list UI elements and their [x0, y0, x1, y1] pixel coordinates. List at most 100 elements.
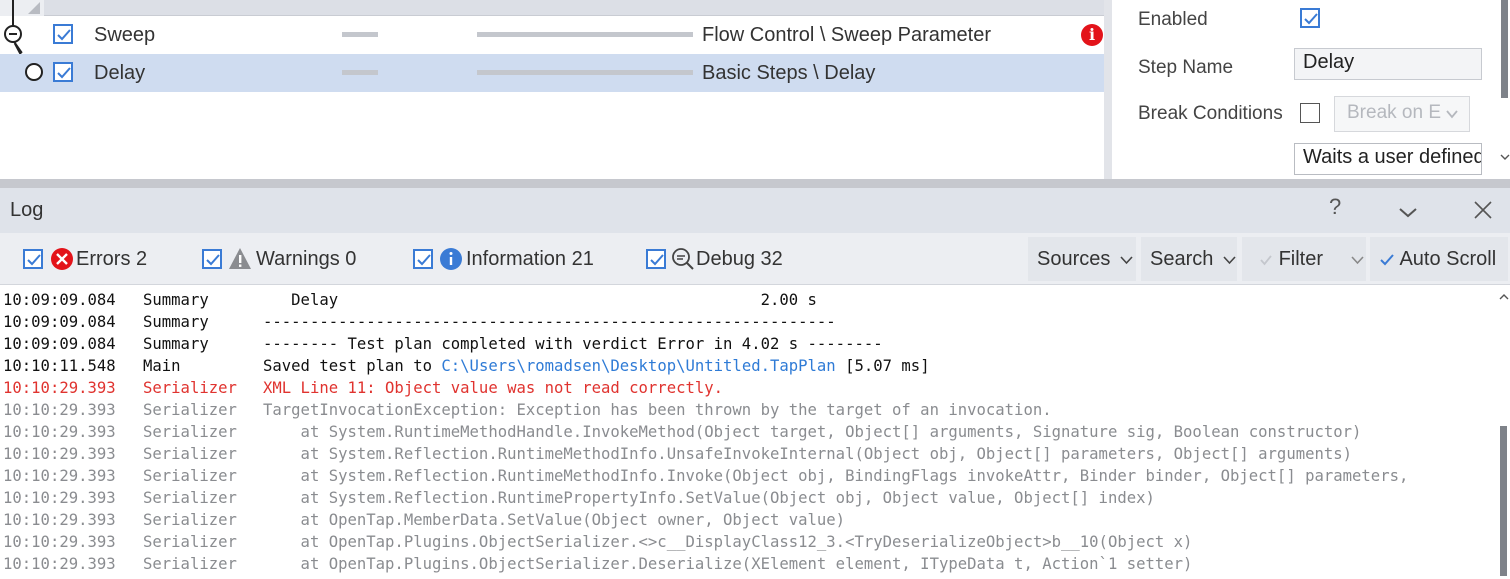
log-message: at OpenTap.Plugins.ObjectSerializer.Dese…: [263, 553, 1193, 575]
description-field[interactable]: Waits a user defined: [1294, 143, 1482, 175]
errors-label: Errors 2: [76, 248, 148, 270]
errors-filter[interactable]: Errors 2: [23, 247, 163, 273]
log-scrollbar[interactable]: [1497, 288, 1510, 579]
log-entry[interactable]: 10:10:29.393 Serializer at System.Reflect…: [0, 487, 1497, 509]
panel-splitter[interactable]: [0, 179, 1510, 188]
log-entry[interactable]: 10:10:29.393 Serializer at OpenTap.Plugin…: [0, 553, 1497, 575]
log-message: at System.Reflection.RuntimeMethodInfo.I…: [263, 465, 1409, 487]
log-toolbar: Errors 2 Warnings 0 Information 21 Debug…: [0, 233, 1510, 285]
check-icon: [1380, 254, 1394, 266]
test-step-row[interactable]: Sweep Flow Control \ Sweep Parameter: [0, 16, 1104, 54]
log-message-text: ----------------------------------------…: [263, 313, 836, 331]
search-button[interactable]: Search: [1141, 237, 1237, 281]
errors-checkbox[interactable]: [23, 249, 43, 269]
info-circle-icon: [440, 248, 462, 270]
log-entry[interactable]: 10:09:09.084 Summary ---------------------…: [0, 311, 1497, 333]
log-entry[interactable]: 10:10:29.393 Serializer at System.Reflect…: [0, 443, 1497, 465]
warnings-label: Warnings 0: [256, 248, 357, 270]
log-entry[interactable]: 10:10:29.393 Serializer at OpenTap.Member…: [0, 509, 1497, 531]
warning-triangle-icon: [229, 248, 251, 269]
step-enabled-checkbox[interactable]: [53, 24, 73, 44]
break-select-value: Break on E: [1347, 102, 1441, 123]
sources-button[interactable]: Sources: [1028, 237, 1136, 281]
log-entry[interactable]: 10:09:09.084 Summary -------- Test plan co…: [0, 333, 1497, 355]
grid-corner-sort-icon[interactable]: [0, 0, 44, 16]
log-entry[interactable]: 10:10:29.393 Serializer at System.Reflect…: [0, 465, 1497, 487]
break-conditions-select[interactable]: Break on E: [1334, 96, 1470, 132]
warnings-checkbox[interactable]: [202, 249, 222, 269]
chevron-down-icon[interactable]: [1398, 200, 1418, 226]
auto-scroll-label: Auto Scroll: [1399, 248, 1497, 270]
log-message-text: at OpenTap.Plugins.ObjectSerializer.<>c_…: [263, 533, 1193, 551]
break-conditions-checkbox[interactable]: [1300, 103, 1320, 123]
properties-scrollbar[interactable]: [1499, 0, 1510, 179]
warnings-filter[interactable]: Warnings 0: [202, 247, 372, 273]
log-message-text: at OpenTap.MemberData.SetValue(Object ow…: [263, 511, 846, 529]
chevron-down-icon: [1445, 105, 1459, 127]
log-message-text: at OpenTap.Plugins.ObjectSerializer.Dese…: [263, 555, 1193, 573]
log-entry[interactable]: 10:10:29.393 Serializer TargetInvocationEx…: [0, 399, 1497, 421]
auto-scroll-toggle[interactable]: Auto Scroll: [1370, 237, 1508, 281]
leaf-node-icon: [25, 63, 43, 81]
log-message-text: -------- Test plan completed with verdic…: [263, 335, 883, 353]
scroll-up-arrow-icon[interactable]: [1499, 292, 1509, 302]
log-entry[interactable]: 10:10:29.393 Serializer at OpenTap.Plugin…: [0, 531, 1497, 553]
information-checkbox[interactable]: [413, 249, 433, 269]
step-type: Basic Steps \ Delay: [702, 62, 876, 84]
scroll-thumb[interactable]: [1500, 426, 1507, 576]
log-entry[interactable]: 10:10:29.393 Serializer at System.Runtime…: [0, 421, 1497, 443]
log-timestamp: 10:10:29.393: [3, 423, 116, 441]
log-source: Serializer: [143, 555, 237, 573]
step-enabled-checkbox[interactable]: [53, 62, 73, 82]
log-entry[interactable]: 10:10:29.393 Serializer XML Line 11: Objec…: [0, 377, 1497, 399]
scroll-thumb[interactable]: [1501, 0, 1508, 98]
log-message: ----------------------------------------…: [263, 311, 836, 333]
test-step-row[interactable]: Delay Basic Steps \ Delay: [0, 54, 1104, 92]
enabled-checkbox[interactable]: [1300, 8, 1320, 28]
log-timestamp: 10:10:29.393: [3, 401, 116, 419]
search-label: Search: [1150, 248, 1214, 270]
test-plan-grid: Sweep Flow Control \ Sweep Parameter i D…: [0, 0, 1104, 179]
break-conditions-label: Break Conditions: [1138, 103, 1283, 124]
step-properties-panel: Enabled Step Name Delay Break Conditions…: [1104, 0, 1510, 179]
log-message: XML Line 11: Object value was not read c…: [263, 377, 723, 399]
close-icon[interactable]: [1473, 200, 1493, 226]
log-source: Serializer: [143, 445, 237, 463]
log-entry[interactable]: 10:09:09.084 Summary Delay 2.00 s: [0, 289, 1497, 311]
log-timestamp: 10:09:09.084: [3, 291, 116, 309]
sources-label: Sources: [1037, 248, 1111, 270]
log-message-suffix: [5.07 ms]: [835, 357, 930, 375]
log-timestamp: 10:10:29.393: [3, 467, 116, 485]
help-button[interactable]: ?: [1329, 194, 1341, 220]
file-path-link[interactable]: C:\Users\romadsen\Desktop\Untitled.TapPl…: [441, 357, 835, 375]
log-source: Main: [143, 357, 181, 375]
log-message: at OpenTap.MemberData.SetValue(Object ow…: [263, 509, 846, 531]
log-source: Serializer: [143, 379, 237, 397]
error-circle-icon: [51, 248, 73, 270]
log-message: -------- Test plan completed with verdic…: [263, 333, 883, 355]
check-icon: [1260, 255, 1272, 266]
scroll-down-arrow-icon[interactable]: [1500, 152, 1510, 162]
log-message: at System.Reflection.RuntimePropertyInfo…: [263, 487, 1155, 509]
step-name-field[interactable]: Delay: [1294, 48, 1482, 80]
chevron-down-icon: [1120, 256, 1133, 264]
step-name: Delay: [94, 62, 146, 84]
column-placeholder: [477, 32, 693, 37]
log-source: Summary: [143, 291, 209, 309]
chevron-down-icon: [1223, 256, 1236, 264]
error-info-icon[interactable]: i: [1081, 24, 1103, 46]
log-message-text: at System.Reflection.RuntimeMethodInfo.I…: [263, 467, 1409, 485]
filter-button[interactable]: Filter: [1242, 237, 1366, 281]
log-message: at OpenTap.Plugins.ObjectSerializer.<>c_…: [263, 531, 1193, 553]
collapse-node-icon[interactable]: [4, 25, 22, 43]
chevron-down-icon: [1350, 256, 1364, 264]
log-timestamp: 10:10:29.393: [3, 511, 116, 529]
debug-checkbox[interactable]: [646, 249, 666, 269]
log-message-text: Delay 2.00 s: [263, 291, 817, 309]
log-entry[interactable]: 10:10:11.548 Main Saved test plan to C:\Us…: [0, 355, 1497, 377]
log-source: Serializer: [143, 401, 237, 419]
debug-filter[interactable]: Debug 32: [646, 247, 796, 273]
log-timestamp: 10:10:29.393: [3, 533, 116, 551]
information-filter[interactable]: Information 21: [413, 247, 613, 273]
step-type: Flow Control \ Sweep Parameter: [702, 24, 992, 46]
